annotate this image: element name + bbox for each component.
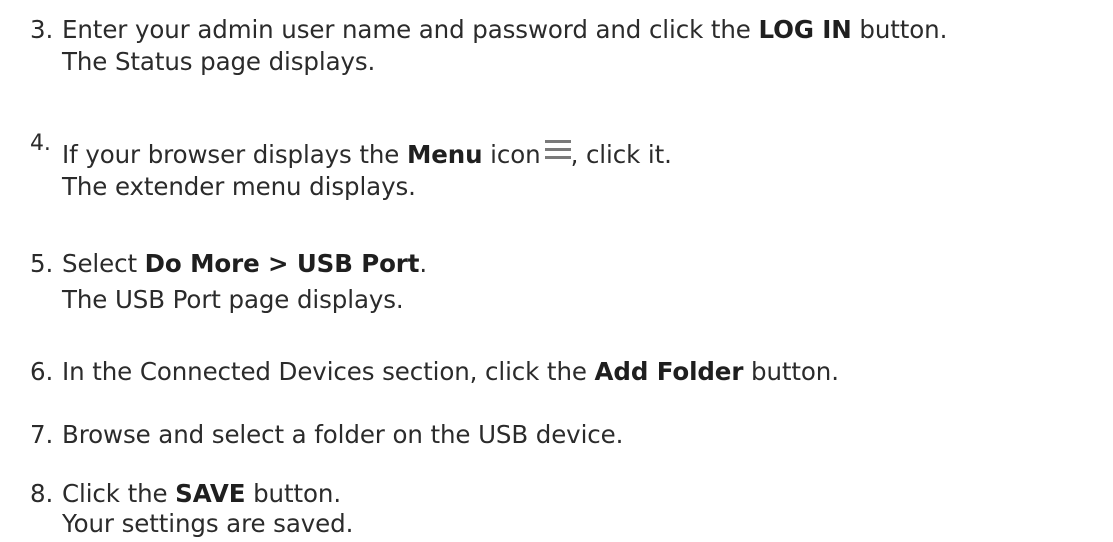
step-result: The extender menu displays. [62,172,416,201]
log-in-button-label: LOG IN [758,15,852,44]
step-number: 7. [30,420,54,449]
menu-icon [544,140,571,160]
add-folder-label: Add Folder [594,357,744,386]
step-text: Select Do More > USB Port. [62,249,428,278]
step-text: Browse and select a folder on the USB de… [62,420,624,449]
step-text: Enter your admin user name and password … [62,15,948,44]
save-button-label: SAVE [175,479,246,508]
menu-label: Menu [406,140,483,169]
step-text: Click the SAVE button. [62,479,342,508]
step-result: The USB Port page displays. [62,285,404,314]
step-result: The Status page displays. [62,47,376,76]
step-text: If your browser displays the Menu icon, … [62,140,672,169]
step-number: 3. [30,15,54,44]
step-result: Your settings are saved. [62,509,354,538]
do-more-usb-port-label: Do More > USB Port [144,249,420,278]
step-text: In the Connected Devices section, click … [62,357,839,386]
step-number: 8. [30,479,54,508]
step-number: 5. [30,249,54,278]
step-number: 4. [30,131,51,156]
step-number: 6. [30,357,54,386]
